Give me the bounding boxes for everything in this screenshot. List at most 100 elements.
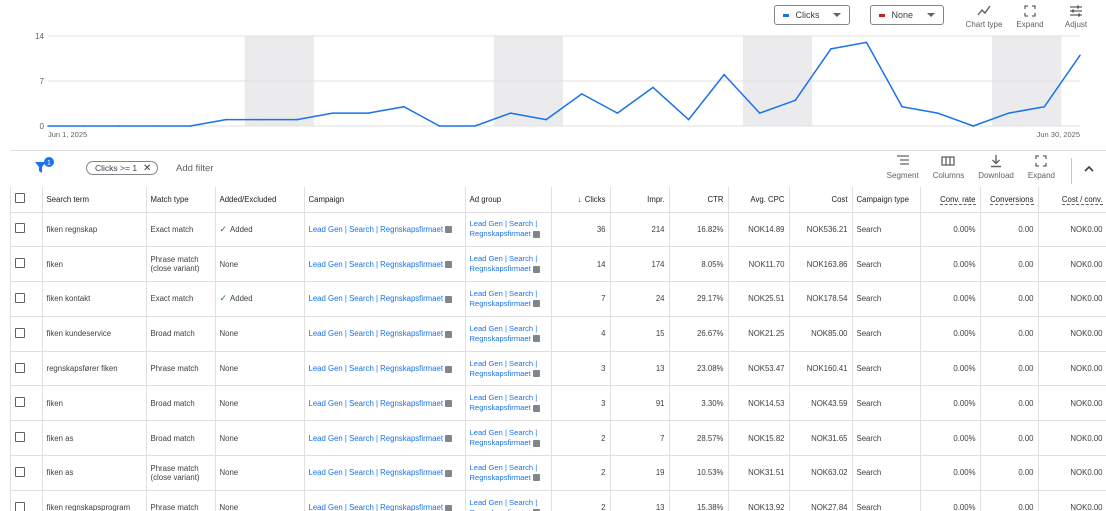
ad-group-cell[interactable]: Lead Gen | Search | Regnskapsfirmaet <box>465 420 552 457</box>
campaign-link[interactable]: Lead Gen | Search | Regnskapsfirmaet <box>309 434 444 443</box>
filter-icon[interactable]: 1 <box>34 157 56 177</box>
row-checkbox[interactable] <box>15 432 25 443</box>
ad-group-cell[interactable]: Lead Gen | Search | Regnskapsfirmaet <box>465 490 552 511</box>
chart-mini-icon[interactable] <box>532 230 540 238</box>
chart-mini-icon[interactable] <box>532 300 540 308</box>
table-row[interactable]: fiken Broad match None Lead Gen | Search… <box>11 385 1106 422</box>
chart-mini-icon[interactable] <box>532 370 540 378</box>
table-row[interactable]: fiken as Broad match None Lead Gen | Sea… <box>11 420 1106 457</box>
chevron-up-icon[interactable] <box>1082 162 1096 176</box>
campaign-cell[interactable]: Lead Gen | Search | Regnskapsfirmaet <box>304 385 466 422</box>
campaign-link[interactable]: Lead Gen | Search | Regnskapsfirmaet <box>309 260 444 269</box>
chart-mini-icon[interactable] <box>445 261 453 269</box>
ad-group-link[interactable]: Lead Gen | Search | Regnskapsfirmaet <box>470 463 538 482</box>
campaign-link[interactable]: Lead Gen | Search | Regnskapsfirmaet <box>309 294 444 303</box>
expand-chart-button[interactable]: Expand <box>1010 4 1050 29</box>
col-match-type[interactable]: Match type <box>146 187 216 213</box>
col-ad-group[interactable]: Ad group <box>465 187 552 213</box>
campaign-link[interactable]: Lead Gen | Search | Regnskapsfirmaet <box>309 329 444 338</box>
ad-group-cell[interactable]: Lead Gen | Search | Regnskapsfirmaet <box>465 246 552 283</box>
metric-2-select[interactable]: None <box>870 5 944 25</box>
ad-group-cell[interactable]: Lead Gen | Search | Regnskapsfirmaet <box>465 212 552 248</box>
campaign-link[interactable]: Lead Gen | Search | Regnskapsfirmaet <box>309 468 444 477</box>
col-cost-per-conv[interactable]: Cost / conv. <box>1038 187 1106 213</box>
close-icon[interactable]: ✕ <box>143 163 151 174</box>
row-checkbox[interactable] <box>15 501 25 511</box>
col-added-excluded[interactable]: Added/Excluded <box>215 187 305 213</box>
campaign-cell[interactable]: Lead Gen | Search | Regnskapsfirmaet <box>304 281 466 317</box>
ad-group-link[interactable]: Lead Gen | Search | Regnskapsfirmaet <box>470 498 538 511</box>
col-clicks[interactable]: ↓ Clicks <box>551 187 611 213</box>
added-excluded-cell[interactable]: ✓ Added <box>215 281 305 317</box>
campaign-cell[interactable]: Lead Gen | Search | Regnskapsfirmaet <box>304 420 466 457</box>
chart-mini-icon[interactable] <box>532 439 540 447</box>
chart-mini-icon[interactable] <box>445 400 453 408</box>
campaign-cell[interactable]: Lead Gen | Search | Regnskapsfirmaet <box>304 490 466 511</box>
chart-mini-icon[interactable] <box>445 469 453 477</box>
ad-group-cell[interactable]: Lead Gen | Search | Regnskapsfirmaet <box>465 281 552 317</box>
campaign-link[interactable]: Lead Gen | Search | Regnskapsfirmaet <box>309 503 444 511</box>
campaign-cell[interactable]: Lead Gen | Search | Regnskapsfirmaet <box>304 455 466 491</box>
ad-group-cell[interactable]: Lead Gen | Search | Regnskapsfirmaet <box>465 351 552 387</box>
added-excluded-cell[interactable]: None <box>215 490 305 511</box>
filter-chip[interactable]: Clicks >= 1 ✕ <box>86 161 159 175</box>
chart-mini-icon[interactable] <box>532 404 540 412</box>
ad-group-link[interactable]: Lead Gen | Search | Regnskapsfirmaet <box>470 428 538 447</box>
chart-mini-icon[interactable] <box>445 504 453 511</box>
added-excluded-cell[interactable]: ✓ Added <box>215 212 305 248</box>
col-conv-rate[interactable]: Conv. rate <box>920 187 981 213</box>
added-excluded-cell[interactable]: None <box>215 420 305 457</box>
chart-mini-icon[interactable] <box>445 330 453 338</box>
expand-table-button[interactable]: Expand <box>1028 154 1055 180</box>
table-row[interactable]: fiken Phrase match (close variant) None … <box>11 246 1106 283</box>
col-ctr[interactable]: CTR <box>669 187 729 213</box>
columns-button[interactable]: Columns <box>933 154 964 180</box>
col-impr[interactable]: Impr. <box>610 187 670 213</box>
col-campaign[interactable]: Campaign <box>304 187 466 213</box>
added-excluded-cell[interactable]: None <box>215 385 305 422</box>
row-checkbox[interactable] <box>15 223 25 234</box>
segment-button[interactable]: Segment <box>887 154 919 180</box>
ad-group-link[interactable]: Lead Gen | Search | Regnskapsfirmaet <box>470 219 538 238</box>
chart-mini-icon[interactable] <box>445 295 453 303</box>
campaign-link[interactable]: Lead Gen | Search | Regnskapsfirmaet <box>309 399 444 408</box>
added-excluded-cell[interactable]: None <box>215 455 305 491</box>
row-checkbox[interactable] <box>15 258 25 269</box>
adjust-chart-button[interactable]: Adjust <box>1056 4 1096 29</box>
ad-group-cell[interactable]: Lead Gen | Search | Regnskapsfirmaet <box>465 385 552 422</box>
col-avg-cpc[interactable]: Avg. CPC <box>728 187 790 213</box>
col-search-term[interactable]: Search term <box>42 187 147 213</box>
ad-group-cell[interactable]: Lead Gen | Search | Regnskapsfirmaet <box>465 316 552 352</box>
added-excluded-cell[interactable]: None <box>215 351 305 387</box>
campaign-cell[interactable]: Lead Gen | Search | Regnskapsfirmaet <box>304 351 466 387</box>
col-campaign-type[interactable]: Campaign type <box>852 187 921 213</box>
chart-mini-icon[interactable] <box>532 265 540 273</box>
select-all-checkbox[interactable] <box>15 193 25 204</box>
chart-type-button[interactable]: Chart type <box>964 4 1004 29</box>
table-row[interactable]: fiken regnskap Exact match ✓ Added Lead G… <box>11 212 1106 248</box>
campaign-cell[interactable]: Lead Gen | Search | Regnskapsfirmaet <box>304 316 466 352</box>
table-row[interactable]: fiken regnskapsprogram Phrase match None… <box>11 490 1106 511</box>
chart-mini-icon[interactable] <box>445 435 453 443</box>
add-filter-button[interactable]: Add filter <box>176 163 214 174</box>
ad-group-link[interactable]: Lead Gen | Search | Regnskapsfirmaet <box>470 393 538 412</box>
ad-group-link[interactable]: Lead Gen | Search | Regnskapsfirmaet <box>470 289 538 308</box>
chart-mini-icon[interactable] <box>532 474 540 482</box>
row-checkbox[interactable] <box>15 397 25 408</box>
col-cost[interactable]: Cost <box>789 187 853 213</box>
col-conversions[interactable]: Conversions <box>980 187 1039 213</box>
ad-group-link[interactable]: Lead Gen | Search | Regnskapsfirmaet <box>470 254 538 273</box>
ad-group-link[interactable]: Lead Gen | Search | Regnskapsfirmaet <box>470 324 538 343</box>
campaign-cell[interactable]: Lead Gen | Search | Regnskapsfirmaet <box>304 212 466 248</box>
added-excluded-cell[interactable]: None <box>215 246 305 283</box>
ad-group-cell[interactable]: Lead Gen | Search | Regnskapsfirmaet <box>465 455 552 491</box>
added-excluded-cell[interactable]: None <box>215 316 305 352</box>
table-row[interactable]: fiken kundeservice Broad match None Lead… <box>11 316 1106 352</box>
download-button[interactable]: Download <box>978 154 1014 180</box>
campaign-link[interactable]: Lead Gen | Search | Regnskapsfirmaet <box>309 364 444 373</box>
table-row[interactable]: regnskapsfører fiken Phrase match None L… <box>11 351 1106 387</box>
row-checkbox[interactable] <box>15 362 25 373</box>
table-row[interactable]: fiken as Phrase match (close variant) No… <box>11 455 1106 491</box>
metric-1-select[interactable]: Clicks <box>774 5 851 25</box>
chart-mini-icon[interactable] <box>445 365 453 373</box>
